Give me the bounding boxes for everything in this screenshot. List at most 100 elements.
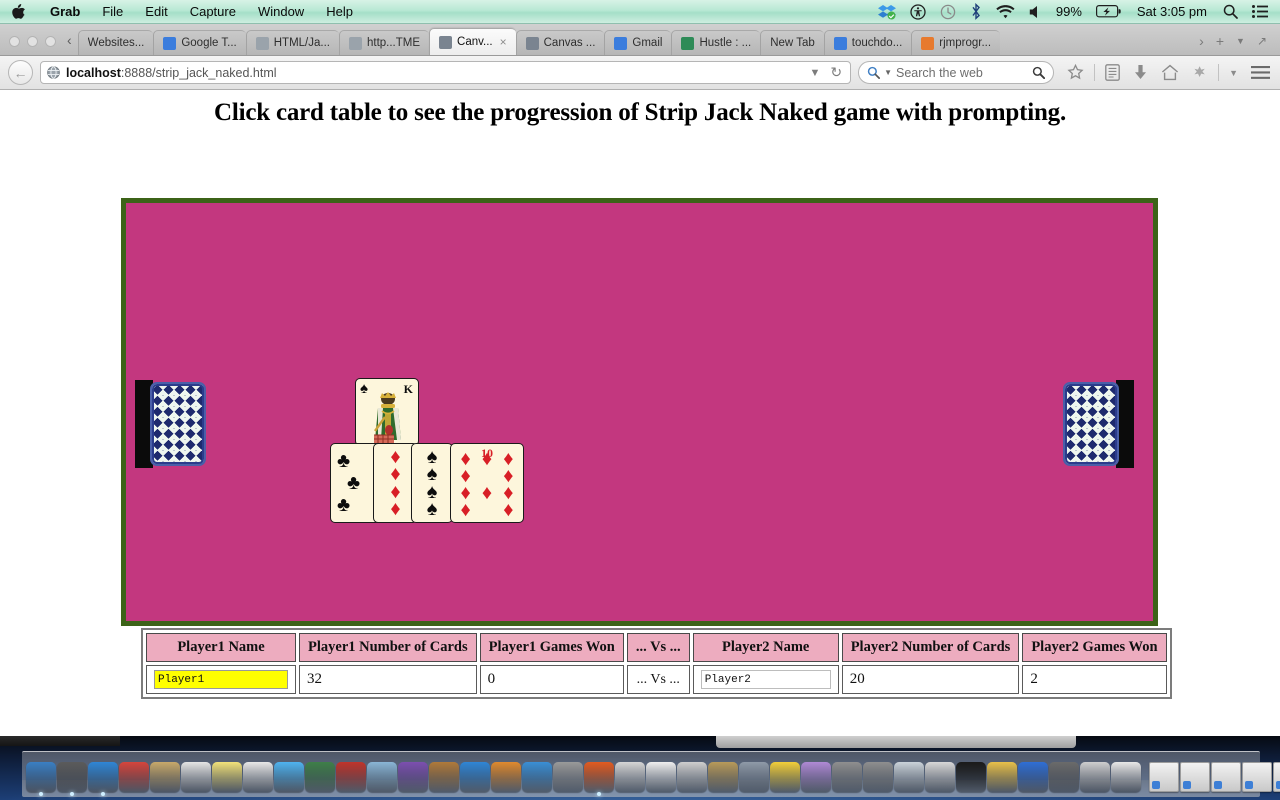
list-icon[interactable] bbox=[1245, 5, 1280, 18]
player1-name-input[interactable]: Player1 bbox=[154, 670, 288, 689]
menu-file[interactable]: File bbox=[91, 4, 134, 19]
notes-icon[interactable] bbox=[212, 762, 242, 792]
search-go-icon[interactable] bbox=[1032, 66, 1046, 79]
browser-tab-3[interactable]: http...TME bbox=[338, 30, 430, 55]
app-store-icon[interactable] bbox=[119, 762, 149, 792]
browser-tab-10[interactable]: rjmprogr... bbox=[911, 30, 1001, 55]
firefox-icon[interactable] bbox=[584, 762, 614, 796]
browser-tab-7[interactable]: Hustle : ... bbox=[671, 30, 761, 55]
battery-icon[interactable] bbox=[1089, 5, 1128, 18]
url-bar[interactable]: localhost:8888/strip_jack_naked.html ▼ ↻ bbox=[40, 61, 852, 84]
menu-capture[interactable]: Capture bbox=[179, 4, 247, 19]
dock-minimized-window[interactable] bbox=[1211, 762, 1241, 792]
dock-minimized-window[interactable] bbox=[1273, 762, 1280, 792]
automator-icon[interactable] bbox=[708, 762, 738, 792]
back-button[interactable]: ← bbox=[8, 60, 33, 85]
fullscreen-icon[interactable]: ↗ bbox=[1252, 35, 1272, 47]
xcode-icon[interactable] bbox=[739, 762, 769, 792]
browser-tab-2[interactable]: HTML/Ja... bbox=[245, 30, 339, 55]
card-table-canvas[interactable]: ♠ K ♣ ♣ ♣ ♦ ♦ ♦ ♦ ♠ ♠ ♠ ♠ 10 ♦ ♦ ♦ ♦ ♦ ♦… bbox=[121, 198, 1158, 626]
downloads-icon[interactable] bbox=[1127, 64, 1154, 81]
search-icon[interactable] bbox=[1216, 4, 1245, 19]
bluetooth-icon[interactable] bbox=[963, 3, 989, 20]
menu-app-name[interactable]: Grab bbox=[39, 4, 91, 19]
browser-tab-6[interactable]: Gmail bbox=[604, 30, 672, 55]
new-tab-icon[interactable]: + bbox=[1211, 34, 1229, 48]
url-text[interactable]: localhost:8888/strip_jack_naked.html bbox=[66, 66, 801, 80]
browser-tab-9[interactable]: touchdo... bbox=[823, 30, 912, 55]
system-preferences-icon[interactable] bbox=[553, 762, 583, 792]
photo-booth-icon[interactable] bbox=[336, 762, 366, 792]
contacts-icon[interactable] bbox=[150, 762, 180, 792]
apple-menu-icon[interactable] bbox=[12, 4, 25, 19]
chevron-down-icon[interactable]: ▼ bbox=[807, 67, 822, 79]
photos-icon[interactable] bbox=[367, 762, 397, 792]
dictionary-icon[interactable] bbox=[615, 762, 645, 792]
ten-of-diamonds-card[interactable]: 10 ♦ ♦ ♦ ♦ ♦ ♦ ♦ ♦ ♦ ♦ bbox=[450, 443, 524, 523]
search-input[interactable]: Search the web bbox=[896, 66, 1028, 80]
java-icon[interactable] bbox=[1049, 762, 1079, 792]
dock-minimized-window[interactable] bbox=[1242, 762, 1272, 792]
menu-help[interactable]: Help bbox=[315, 4, 364, 19]
browser-tab-8[interactable]: New Tab bbox=[760, 30, 824, 55]
menu-edit[interactable]: Edit bbox=[134, 4, 178, 19]
player2-name-input[interactable]: Player2 bbox=[700, 670, 831, 689]
paint-icon[interactable] bbox=[987, 762, 1017, 792]
bookmark-star-icon[interactable] bbox=[1061, 64, 1090, 81]
simpsons-icon[interactable] bbox=[770, 762, 800, 792]
calendar-icon[interactable] bbox=[181, 762, 211, 792]
dock-minimized-window[interactable] bbox=[1149, 762, 1179, 792]
player2-deck[interactable] bbox=[1062, 380, 1134, 468]
numbers-icon[interactable] bbox=[832, 762, 862, 792]
terminal-icon[interactable] bbox=[956, 762, 986, 792]
list-all-tabs-icon[interactable]: › bbox=[1194, 34, 1209, 48]
minimize-button[interactable] bbox=[27, 36, 38, 47]
utility-icon[interactable] bbox=[894, 762, 924, 792]
wifi-icon[interactable] bbox=[989, 4, 1022, 19]
app-store2-icon[interactable] bbox=[522, 762, 552, 792]
library-icon[interactable] bbox=[1080, 762, 1110, 792]
keynote-icon[interactable] bbox=[863, 762, 893, 792]
safari-icon[interactable] bbox=[88, 762, 118, 796]
garageband-icon[interactable] bbox=[429, 762, 459, 792]
close-button[interactable] bbox=[9, 36, 20, 47]
tab-back-chevron[interactable]: ‹ bbox=[65, 33, 78, 55]
player1-deck[interactable] bbox=[135, 380, 207, 468]
search-bar[interactable]: ▼ Search the web bbox=[858, 61, 1055, 84]
browser-tab-0[interactable]: Websites... bbox=[77, 30, 154, 55]
blue-app-icon[interactable] bbox=[1018, 762, 1048, 792]
browser-tab-1[interactable]: Google T... bbox=[153, 30, 246, 55]
chrome-icon[interactable] bbox=[1111, 762, 1141, 792]
finder-icon[interactable] bbox=[26, 762, 56, 796]
reminders-icon[interactable] bbox=[243, 762, 273, 792]
menubar-clock[interactable]: Sat 3:05 pm bbox=[1128, 4, 1216, 19]
hamburger-menu-icon[interactable] bbox=[1245, 65, 1272, 80]
launchpad-icon[interactable] bbox=[57, 762, 87, 796]
browser-tab-4[interactable]: Canv... × bbox=[429, 28, 516, 55]
menu-window[interactable]: Window bbox=[247, 4, 315, 19]
itunes-icon[interactable] bbox=[398, 762, 428, 792]
messages-icon[interactable] bbox=[274, 762, 304, 792]
zoom-button[interactable] bbox=[45, 36, 56, 47]
facetime-icon[interactable] bbox=[305, 762, 335, 792]
spades-card[interactable]: ♠ ♠ ♠ ♠ bbox=[411, 443, 453, 523]
tab-close-icon[interactable]: × bbox=[500, 35, 507, 49]
dropbox-icon[interactable] bbox=[871, 4, 903, 20]
tab-menu-icon[interactable]: ▼ bbox=[1231, 36, 1250, 46]
volume-icon[interactable] bbox=[1022, 5, 1049, 19]
overflow-chevron-icon[interactable]: ▼ bbox=[1223, 68, 1244, 78]
accessibility-icon[interactable] bbox=[903, 3, 933, 20]
browser-tab-5[interactable]: Canvas ... bbox=[515, 30, 605, 55]
preview-icon[interactable] bbox=[677, 762, 707, 792]
reader-icon[interactable] bbox=[1099, 64, 1126, 81]
search-engine-chevron-down-icon[interactable]: ▼ bbox=[884, 68, 892, 77]
reload-icon[interactable]: ↻ bbox=[828, 64, 844, 81]
home-icon[interactable] bbox=[1155, 64, 1185, 81]
ibooks-icon[interactable] bbox=[491, 762, 521, 792]
pages-icon[interactable] bbox=[801, 762, 831, 792]
mail-icon[interactable] bbox=[925, 762, 955, 792]
king-of-spades-card[interactable]: ♠ K bbox=[355, 378, 419, 446]
addon-icon[interactable] bbox=[1186, 65, 1214, 81]
time-machine-icon[interactable] bbox=[933, 4, 963, 20]
dock-minimized-window[interactable] bbox=[1180, 762, 1210, 792]
